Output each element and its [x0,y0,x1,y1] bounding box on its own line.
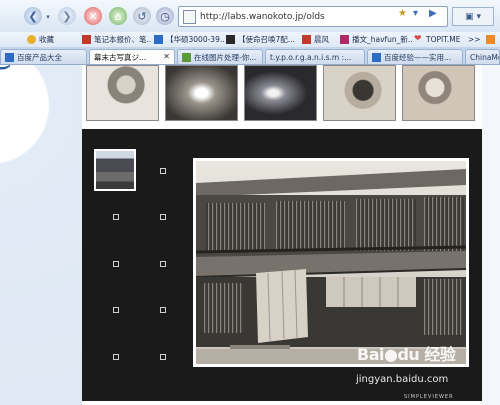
thumbnail-placeholder[interactable] [160,307,166,313]
go-arrow-icon[interactable]: ▶ [429,8,437,19]
photo-thumbnail[interactable] [165,65,238,121]
fav-label: >> [468,35,481,44]
heart-icon: ❤ [414,34,422,44]
tab-label: ChinaMob... [470,52,499,62]
photo-illustration [196,161,466,364]
thumbnail-placeholder[interactable] [160,214,166,220]
dropdown-chevron-icon[interactable]: ▾ [413,8,418,19]
favorites-bar: 收藏 笔记本报价、笔... 【华硕3000-39... 【使命召唤7配... 晨… [0,32,500,48]
forward-arrow-icon[interactable]: ❯ [58,7,76,25]
tools-menu-button[interactable]: ▣ ▾ [452,7,494,26]
fav-label: 晨风 [314,35,329,44]
photo-thumbnail[interactable] [323,65,396,121]
favorite-link[interactable]: 笔记本报价、笔... [82,33,152,46]
tab[interactable]: t.y.p.o.r.g.a.n.i.s.m :... [265,49,365,64]
more-favorites-button[interactable]: >> [468,33,482,46]
star-icon [27,35,36,44]
home-icon[interactable]: ⌂ [109,7,127,25]
baidu-icon [5,52,14,62]
photo-thumbnail[interactable] [402,65,475,121]
page-background: ⌣ [0,65,82,405]
favorite-link[interactable]: 播文_havfun_新... [340,33,412,46]
thumbnail-placeholder[interactable] [160,354,166,360]
tab-label: t.y.p.o.r.g.a.n.i.s.m :... [270,52,352,62]
site-icon [340,35,349,44]
tab-label: 幕末古写真ジ... [94,52,147,62]
site-icon [154,35,163,44]
site-icon [82,35,91,44]
navigation-toolbar: ❮ ▾ ❯ ✕ ⌂ ↺ ◷ ★ ▾ ▶ ▣ ▾ [0,0,500,33]
chevron-down-icon[interactable]: ▾ [43,12,53,22]
fav-label: 笔记本报价、笔... [94,35,152,44]
favorite-link[interactable]: 晨风 [302,33,338,46]
favorite-link[interactable]: 【华硕3000-39... [154,33,224,46]
tab[interactable]: ChinaMob... [465,49,500,64]
tab-label: 在线图片处理-你... [194,52,257,62]
thumbnail-placeholder[interactable] [160,261,166,267]
tab-bar: 百度产品大全 幕末古写真ジ... ✕ 在线图片处理-你... t.y.p.o.r… [0,47,500,65]
history-icon[interactable]: ◷ [156,7,174,25]
fav-label: TOPIT.ME [426,35,461,44]
back-arrow-icon[interactable]: ❮ [24,7,42,25]
thumbnail-placeholder[interactable] [113,261,119,267]
undo-icon[interactable]: ↺ [133,7,151,25]
viewer-credit: SIMPLEVIEWER [404,394,454,400]
tab-label: 百度经验——实用... [384,52,452,62]
thumbnail-image [96,151,134,189]
fav-label: 【华硕3000-39... [166,35,224,44]
site-icon [302,35,311,44]
photo-thumbnail[interactable] [86,65,159,121]
rss-icon[interactable] [486,33,498,46]
watermark-site: jingyan.baidu.com [356,374,449,385]
thumbnail-placeholder[interactable] [113,214,119,220]
chevron-down-icon: ▾ [476,11,482,22]
tab[interactable]: 百度产品大全 [0,49,87,64]
main-photo[interactable] [193,158,469,367]
address-bar[interactable]: ★ ▾ ▶ [178,6,448,27]
photo-image [196,161,466,364]
baidu-watermark-logo: Bai●du 经验 [357,345,456,364]
thumbnail-placeholder[interactable] [113,354,119,360]
site-icon [182,52,191,62]
fav-label: 播文_havfun_新... [352,35,412,44]
selected-thumbnail[interactable] [94,149,136,191]
stop-icon[interactable]: ✕ [84,7,102,25]
smiley-icon: ⌣ [0,65,12,82]
window-icon: ▣ [464,11,474,22]
fav-label: 【使命召唤7配... [238,35,295,44]
favorite-link[interactable]: 【使命召唤7配... [226,33,300,46]
favorite-star-icon[interactable]: ★ [398,8,407,19]
fav-label: 收藏 [39,35,54,44]
tab[interactable]: 在线图片处理-你... [177,49,263,64]
feed-icon [486,35,495,44]
page-icon [183,10,196,24]
favorite-link[interactable]: ❤ TOPIT.ME [414,33,464,46]
thumbnail-placeholder[interactable] [113,307,119,313]
thumbnail-strip [82,65,482,128]
tab-label: 百度产品大全 [17,52,62,62]
close-icon[interactable]: ✕ [163,52,170,61]
tab-active[interactable]: 幕末古写真ジ... ✕ [89,49,175,64]
favorites-menu-button[interactable]: 收藏 [27,33,79,46]
address-input[interactable] [198,8,402,25]
tab[interactable]: 百度经验——实用... [367,49,463,64]
photo-thumbnail[interactable] [244,65,317,121]
thumbnail-placeholder[interactable] [160,168,166,174]
baidu-icon [372,52,381,62]
site-icon [226,35,235,44]
